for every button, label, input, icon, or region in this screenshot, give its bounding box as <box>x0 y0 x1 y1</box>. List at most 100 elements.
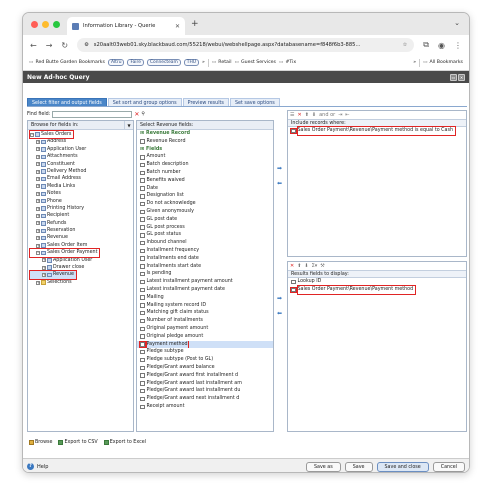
field-item[interactable]: Pledge/Grant award next installment d <box>137 395 273 403</box>
tree-node[interactable]: − Sales Order Payment <box>28 248 101 258</box>
field-item[interactable]: Batch description <box>137 161 273 169</box>
field-item[interactable]: Benefits waived <box>137 177 273 185</box>
expand-icon[interactable]: + <box>36 184 40 189</box>
tree-node[interactable]: + Phone <box>30 198 131 205</box>
bookmark-chip[interactable]: THU <box>183 59 199 66</box>
tree-node[interactable]: + Media Links <box>30 183 131 190</box>
bookmark-chip[interactable]: Altru <box>107 59 125 66</box>
tree-node[interactable]: + Email Address <box>30 175 131 182</box>
field-item[interactable]: GL post date <box>137 216 273 224</box>
summary-icon[interactable]: Σ▾ <box>312 263 318 269</box>
clear-search-icon[interactable]: ✕ <box>134 111 139 118</box>
expand-icon[interactable]: + <box>36 177 40 182</box>
more-bookmarks-button[interactable]: » <box>413 60 416 65</box>
properties-icon[interactable]: ☰ <box>290 112 294 118</box>
field-item[interactable]: Installment frequency <box>137 247 273 255</box>
move-down-icon[interactable]: ⬇ <box>312 112 316 118</box>
collapse-icon[interactable]: − <box>30 132 34 137</box>
help-link[interactable]: ? Help <box>27 463 48 470</box>
cancel-button[interactable]: Cancel <box>432 461 465 472</box>
filter-row[interactable]: Sales Order Payment\Revenue\Payment meth… <box>288 126 466 136</box>
minimize-window-button[interactable] <box>42 21 49 28</box>
output-row[interactable]: Sales Order Payment\Revenue\Payment meth… <box>288 285 466 295</box>
bookmark-item[interactable]: ▭ #Tix <box>279 60 296 65</box>
tree-node[interactable]: + Constituent <box>30 161 131 168</box>
chevron-down-icon[interactable]: ⌄ <box>454 19 460 27</box>
close-tab-icon[interactable]: ✕ <box>175 23 180 30</box>
bookmark-chip[interactable]: Connecteam <box>146 59 181 66</box>
expand-icon[interactable]: + <box>36 169 40 174</box>
more-bookmarks-button[interactable]: » <box>202 60 205 65</box>
export-excel-link[interactable]: Export to Excel <box>103 440 146 445</box>
field-item[interactable]: Original pledge amount <box>137 333 273 341</box>
expand-icon[interactable]: + <box>36 206 40 211</box>
browse-link[interactable]: Browse <box>29 440 52 445</box>
browser-tab[interactable]: Information Library - Querie ✕ <box>67 17 185 35</box>
search-options-icon[interactable]: ⚲ <box>141 112 145 117</box>
bookmark-item[interactable]: ▭ Retail <box>212 60 232 65</box>
field-item[interactable]: Given anonymously <box>137 208 273 216</box>
restore-icon[interactable]: ▭ <box>450 73 457 81</box>
field-item[interactable]: Payment method <box>137 340 273 349</box>
bookmark-item[interactable]: ▭ Guest Services <box>235 60 276 65</box>
expand-icon[interactable]: + <box>36 243 40 248</box>
expand-icon[interactable]: + <box>42 265 46 270</box>
field-item[interactable]: Original payment amount <box>137 325 273 333</box>
reload-icon[interactable]: ↻ <box>61 41 68 50</box>
field-item[interactable]: Pledge/Grant award last installment am <box>137 380 273 388</box>
outdent-icon[interactable]: ⇤ <box>345 112 349 118</box>
tree-node[interactable]: + Application User <box>30 146 131 153</box>
field-item[interactable]: Amount <box>137 153 273 161</box>
tab-save-options[interactable]: Set save options <box>229 98 280 106</box>
close-icon[interactable]: ✕ <box>458 73 465 81</box>
forward-icon[interactable]: → <box>46 41 53 50</box>
field-item[interactable]: Is pending <box>137 270 273 278</box>
field-item[interactable]: Mailing system record ID <box>137 302 273 310</box>
delete-icon[interactable]: ✕ <box>297 112 301 118</box>
field-item[interactable]: Pledge subtype <box>137 348 273 356</box>
tree-node[interactable]: + Application User <box>30 257 131 264</box>
expand-icon[interactable]: + <box>36 236 40 241</box>
field-item[interactable]: Do not acknowledge <box>137 200 273 208</box>
tab-select-fields[interactable]: Select filter and output fields <box>27 98 107 106</box>
tree-node[interactable]: + Reservation <box>30 227 131 234</box>
find-field-input[interactable] <box>52 110 133 118</box>
expand-icon[interactable]: + <box>42 273 46 278</box>
tree-node[interactable]: + Delivery Method <box>30 168 131 175</box>
save-as-button[interactable]: Save as <box>305 461 341 472</box>
move-down-icon[interactable]: ⬇ <box>304 263 308 269</box>
tab-preview[interactable]: Preview results <box>182 98 229 106</box>
field-item[interactable]: Installments start date <box>137 263 273 271</box>
expand-icon[interactable]: + <box>36 228 40 233</box>
field-item[interactable]: Designation list <box>137 192 273 200</box>
add-output-arrow-icon[interactable]: ➡ <box>277 295 282 302</box>
expand-icon[interactable]: + <box>36 221 40 226</box>
tree-node[interactable]: + Refunds <box>30 220 131 227</box>
delete-icon[interactable]: ✕ <box>290 263 294 269</box>
field-item[interactable]: Latest installment payment amount <box>137 278 273 286</box>
site-info-icon[interactable]: ⚙ <box>84 42 89 48</box>
field-item[interactable]: Batch number <box>137 169 273 177</box>
expand-icon[interactable]: + <box>36 213 40 218</box>
close-window-button[interactable] <box>31 21 38 28</box>
expand-icon[interactable]: + <box>36 147 40 152</box>
bookmark-chip[interactable]: Faire <box>127 59 144 66</box>
move-up-icon[interactable]: ⬆ <box>305 112 309 118</box>
output-row[interactable]: Lookup ID <box>288 278 466 286</box>
tree-node[interactable]: + Attachments <box>30 153 131 160</box>
bookmark-star-icon[interactable]: ☆ <box>403 42 408 48</box>
field-item[interactable]: Matching gift claim status <box>137 309 273 317</box>
save-button[interactable]: Save <box>344 461 373 472</box>
tree-node[interactable]: + Printing History <box>30 205 131 212</box>
remove-output-arrow-icon[interactable]: ⬅ <box>277 310 282 317</box>
field-item[interactable]: Date <box>137 185 273 193</box>
expand-icon[interactable]: + <box>36 140 40 145</box>
field-item[interactable]: Receipt amount <box>137 403 273 411</box>
expand-icon[interactable]: + <box>36 199 40 204</box>
field-item[interactable]: Pledge/Grant award first installment d <box>137 372 273 380</box>
format-icon[interactable]: ⚒ <box>320 263 324 269</box>
tree-node[interactable]: + Recipient <box>30 212 131 219</box>
tree-node[interactable]: − Sales Orders <box>28 129 75 140</box>
tree-node[interactable]: + Drawer close <box>30 264 131 271</box>
field-item[interactable]: Installments end date <box>137 255 273 263</box>
